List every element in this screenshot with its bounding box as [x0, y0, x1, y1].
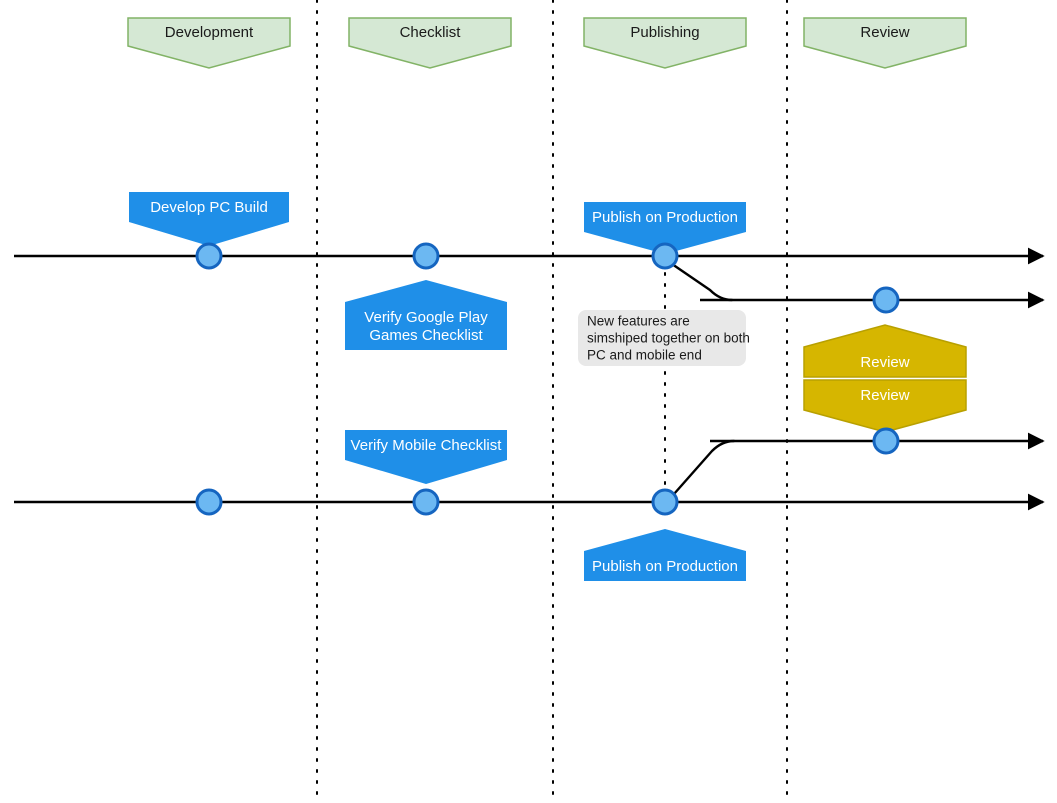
pc-to-review-branch — [670, 262, 734, 302]
node-publish-pc[interactable] — [651, 242, 679, 270]
task-label-line: Develop PC Build — [150, 199, 268, 216]
diagram-canvas: Development Checklist Publishing Review Rev… — [14, 0, 1045, 803]
phase-header-checklist[interactable]: Checklist — [348, 17, 512, 69]
task-shape-1[interactable]: Verify Google PlayGames Checklist — [345, 280, 507, 350]
phase-header-development[interactable]: Development — [127, 17, 291, 69]
task-shape-0[interactable]: Develop PC Build — [129, 192, 289, 246]
phase-header-publishing[interactable]: Publishing — [583, 17, 747, 69]
node-develop-mobile[interactable] — [195, 488, 223, 516]
node-pc-review[interactable] — [872, 286, 900, 314]
review-label: Review — [860, 354, 909, 371]
timeline-diagram: Development Checklist Publishing Review Rev… — [0, 0, 1057, 803]
task-label-line: Verify Mobile Checklist — [351, 437, 503, 454]
task-label-line: Games Checklist — [369, 327, 483, 344]
review-shape-0[interactable]: Review — [803, 324, 967, 378]
phase-label: Development — [165, 24, 254, 41]
node-verify-mobile[interactable] — [412, 488, 440, 516]
task-label-line: Verify Google Play — [364, 309, 488, 326]
phase-header-review[interactable]: Review — [803, 17, 967, 69]
node-publish-mobile[interactable] — [651, 488, 679, 516]
node-develop-pc[interactable] — [195, 242, 223, 270]
mobile-to-review-branch — [672, 439, 736, 496]
lane-dividers — [316, 0, 788, 803]
review-shape-1[interactable]: Review — [803, 379, 967, 433]
milestone-nodes — [195, 242, 900, 516]
note-line: New features are — [587, 314, 690, 329]
simship-note: New features are simshiped together on bo… — [578, 310, 750, 366]
note-box: New features are simshiped together on bo… — [578, 310, 750, 366]
note-line: PC and mobile end — [587, 348, 702, 363]
node-mobile-review[interactable] — [872, 427, 900, 455]
phase-label: Publishing — [630, 24, 699, 41]
phase-headers: Development Checklist Publishing Review — [127, 17, 967, 69]
task-label-line: Publish on Production — [592, 558, 738, 575]
branch-connectors — [670, 262, 736, 496]
node-verify-gpg[interactable] — [412, 242, 440, 270]
phase-label: Review — [860, 24, 909, 41]
review-label: Review — [860, 387, 909, 404]
task-shape-4[interactable]: Publish on Production — [584, 529, 746, 581]
phase-label: Checklist — [400, 24, 462, 41]
review-shapes: Review Review — [803, 324, 967, 433]
task-label-line: Publish on Production — [592, 209, 738, 226]
note-line: simshiped together on both — [587, 331, 750, 346]
task-shape-3[interactable]: Verify Mobile Checklist — [345, 430, 507, 484]
